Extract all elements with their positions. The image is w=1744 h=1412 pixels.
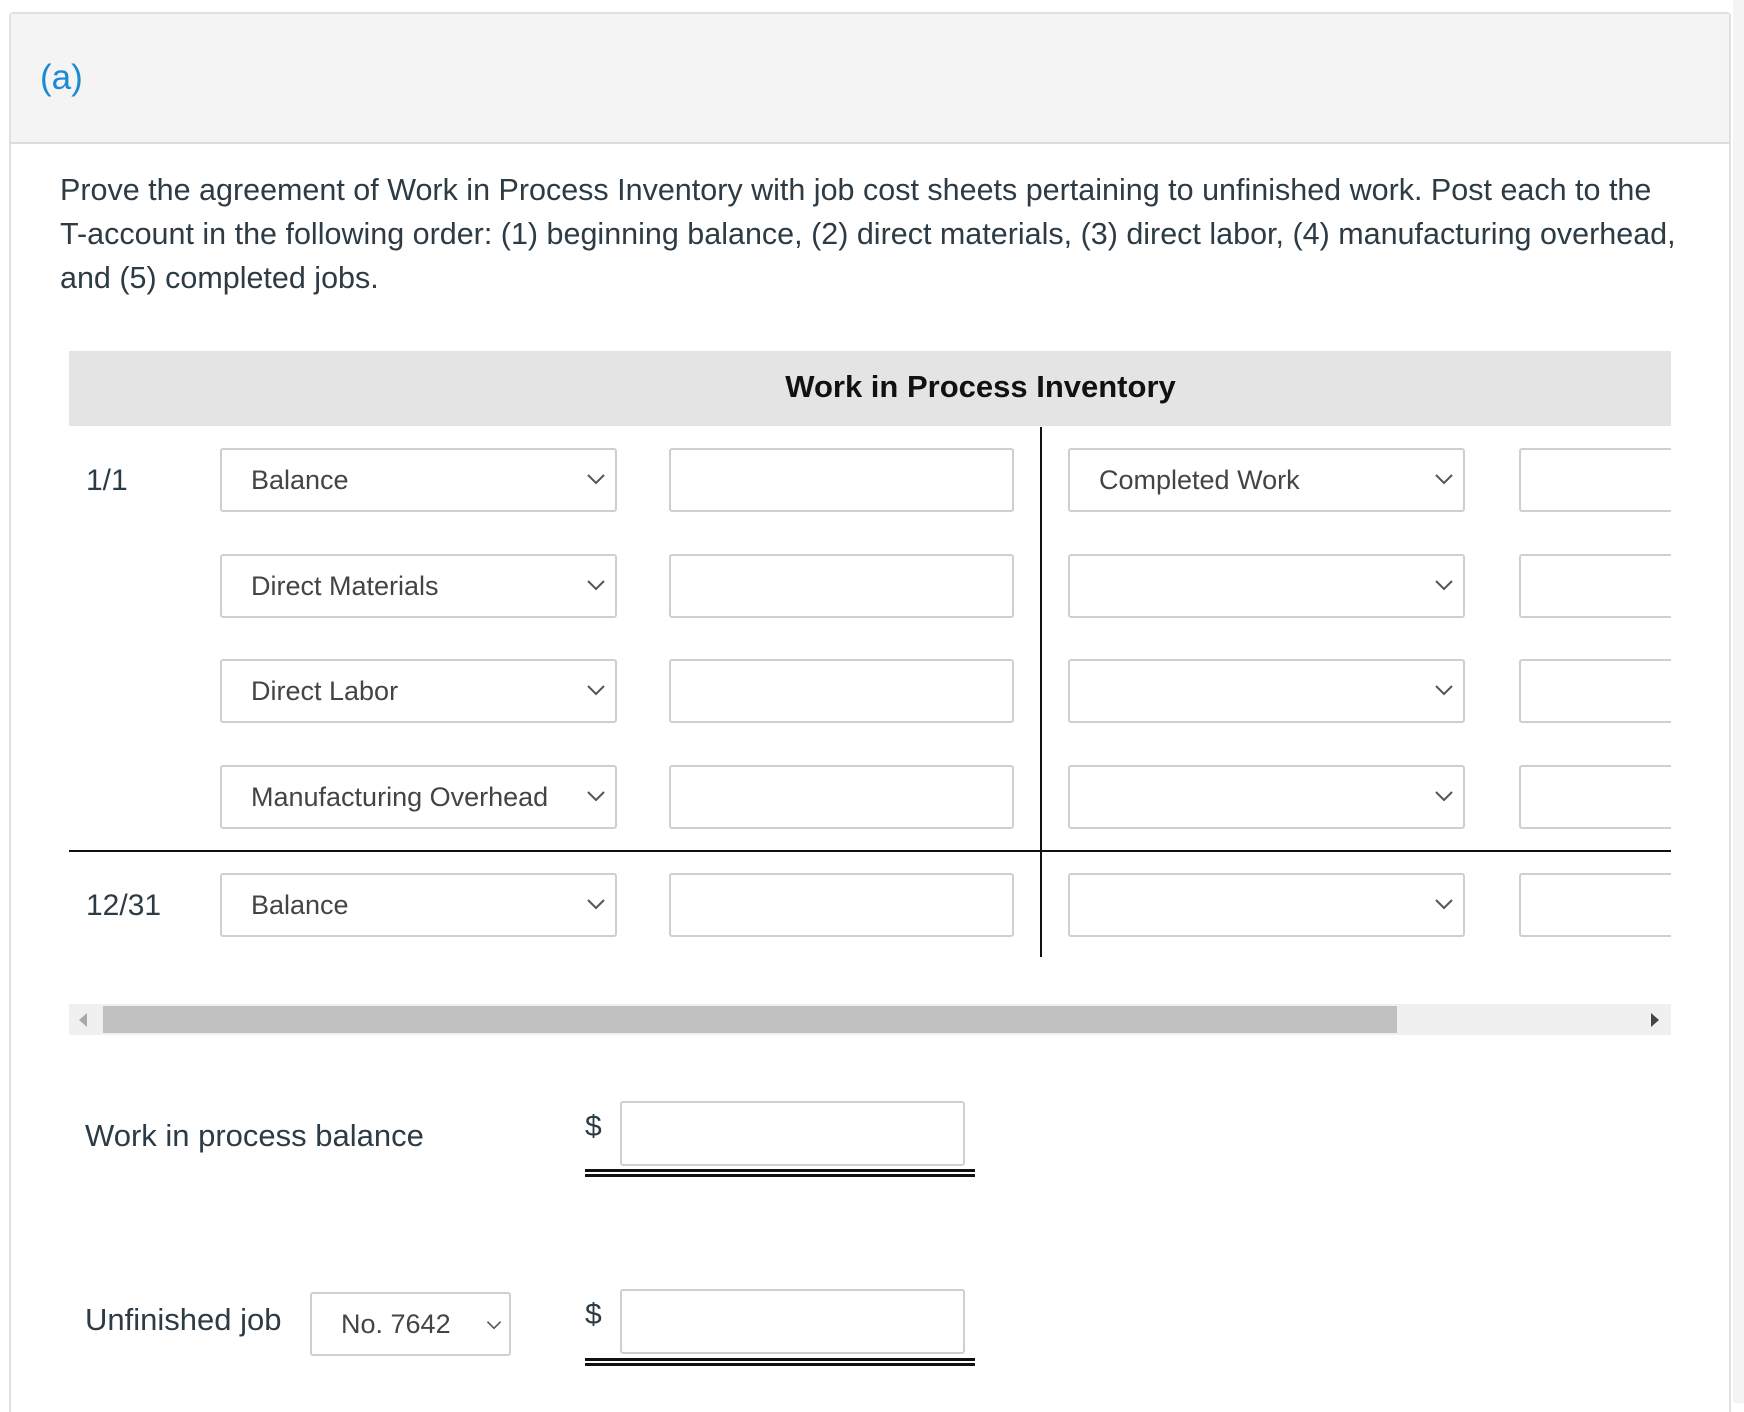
wip-balance-double-underline xyxy=(585,1169,975,1177)
debit-amount-input-3[interactable] xyxy=(669,659,1014,723)
instructions-text: Prove the agreement of Work in Process I… xyxy=(60,173,1676,295)
page-scrollbar-gutter xyxy=(1733,0,1744,1403)
chevron-down-icon xyxy=(587,899,605,910)
chevron-down-icon xyxy=(587,580,605,591)
scrollbar-thumb[interactable] xyxy=(103,1006,1397,1033)
credit-amount-input-4[interactable] xyxy=(1519,765,1671,829)
unfinished-job-selected: No. 7642 xyxy=(341,1309,451,1339)
t-account-title: Work in Process Inventory xyxy=(785,369,1176,404)
credit-amount-input-1[interactable] xyxy=(1519,448,1671,512)
part-label: (a) xyxy=(40,58,83,97)
credit-amount-input-2[interactable] xyxy=(1519,554,1671,618)
ending-debit-account-select[interactable]: Balance xyxy=(220,873,617,937)
t-account-header: Work in Process Inventory xyxy=(69,351,1671,426)
t-account-total-line xyxy=(69,850,1671,852)
wip-balance-currency: $ xyxy=(585,1110,602,1143)
scroll-left-arrow-icon[interactable] xyxy=(79,1013,87,1027)
credit-account-select-1[interactable]: Completed Work xyxy=(1068,448,1465,512)
debit-amount-input-4[interactable] xyxy=(669,765,1014,829)
debit-account-value-2: Direct Materials xyxy=(251,571,439,601)
t-account: Work in Process Inventory 1/1 Balance Co… xyxy=(69,351,1671,1041)
debit-account-select-1[interactable]: Balance xyxy=(220,448,617,512)
ending-debit-amount-input[interactable] xyxy=(669,873,1014,937)
wip-balance-label: Work in process balance xyxy=(85,1118,424,1153)
credit-account-value-1: Completed Work xyxy=(1099,465,1300,495)
unfinished-job-double-underline xyxy=(585,1358,975,1366)
debit-amount-input-2[interactable] xyxy=(669,554,1014,618)
chevron-down-icon xyxy=(1435,474,1453,485)
unfinished-job-currency: $ xyxy=(585,1298,602,1331)
debit-account-select-2[interactable]: Direct Materials xyxy=(220,554,617,618)
debit-account-select-3[interactable]: Direct Labor xyxy=(220,659,617,723)
ending-debit-account-value: Balance xyxy=(251,890,349,920)
question-part-header: (a) xyxy=(11,14,1729,144)
unfinished-job-select[interactable]: No. 7642 xyxy=(310,1292,511,1356)
wip-balance-input[interactable] xyxy=(620,1101,965,1166)
chevron-down-icon xyxy=(1435,899,1453,910)
horizontal-scrollbar[interactable] xyxy=(69,1004,1671,1035)
ending-credit-account-select[interactable] xyxy=(1068,873,1465,937)
chevron-down-icon xyxy=(486,1321,502,1330)
debit-account-value-4: Manufacturing Overhead xyxy=(251,782,549,812)
ending-date: 12/31 xyxy=(86,889,162,922)
credit-account-select-4[interactable] xyxy=(1068,765,1465,829)
chevron-down-icon xyxy=(587,791,605,802)
chevron-down-icon xyxy=(1435,791,1453,802)
credit-account-select-3[interactable] xyxy=(1068,659,1465,723)
debit-account-value-3: Direct Labor xyxy=(251,676,399,706)
chevron-down-icon xyxy=(587,685,605,696)
debit-amount-input-1[interactable] xyxy=(669,448,1014,512)
unfinished-job-label: Unfinished job xyxy=(85,1302,282,1337)
scroll-right-arrow-icon[interactable] xyxy=(1651,1013,1659,1027)
t-account-vertical-divider xyxy=(1040,427,1042,957)
chevron-down-icon xyxy=(587,474,605,485)
chevron-down-icon xyxy=(1435,580,1453,591)
unfinished-job-amount-input[interactable] xyxy=(620,1289,965,1354)
debit-account-value-1: Balance xyxy=(251,465,349,495)
credit-account-select-2[interactable] xyxy=(1068,554,1465,618)
debit-date-1: 1/1 xyxy=(86,464,128,497)
ending-credit-amount-input[interactable] xyxy=(1519,873,1671,937)
debit-account-select-4[interactable]: Manufacturing Overhead xyxy=(220,765,617,829)
chevron-down-icon xyxy=(1435,685,1453,696)
credit-amount-input-3[interactable] xyxy=(1519,659,1671,723)
